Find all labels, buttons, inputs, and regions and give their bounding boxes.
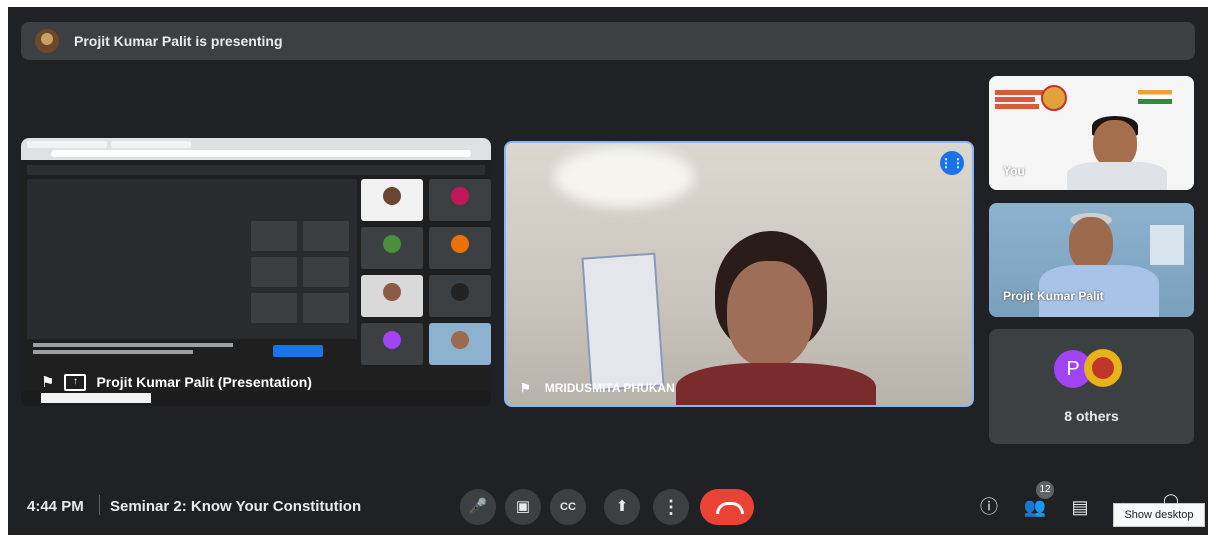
presenting-banner-text: Projit Kumar Palit is presenting bbox=[74, 33, 283, 49]
presentation-label: ⚑ ↑ Projit Kumar Palit (Presentation) bbox=[41, 373, 312, 391]
shared-stop-presenting-button bbox=[273, 345, 323, 357]
pin-icon[interactable]: ⚑ bbox=[520, 381, 531, 395]
people-icon: 👥 bbox=[1023, 497, 1047, 517]
infinity-mirror-warning bbox=[33, 340, 263, 362]
flag-logo bbox=[1138, 90, 1172, 104]
chat-icon: ▤ bbox=[1071, 497, 1089, 517]
shared-meet-view bbox=[27, 179, 357, 339]
microphone-icon: 🎤 bbox=[468, 498, 488, 515]
shared-participant-grid bbox=[361, 179, 491, 365]
meeting-title: Seminar 2: Know Your Constitution bbox=[110, 498, 362, 515]
meet-window: Projit Kumar Palit is presenting ⚑ ↑ Pro… bbox=[8, 7, 1208, 535]
present-button[interactable]: ⬆ bbox=[604, 489, 640, 525]
captions-icon: CC bbox=[560, 501, 576, 513]
pin-icon[interactable]: ⚑ bbox=[41, 373, 54, 391]
participant-tile[interactable]: Projit Kumar Palit bbox=[989, 203, 1194, 317]
chat-button[interactable]: ▤ bbox=[1065, 492, 1095, 522]
others-count: 8 others bbox=[1064, 408, 1119, 424]
wall-calendar bbox=[581, 252, 665, 392]
divider bbox=[99, 495, 100, 515]
presentation-label-text: Projit Kumar Palit (Presentation) bbox=[96, 374, 312, 390]
info-icon: ⓘ bbox=[980, 497, 998, 517]
self-label: You bbox=[1003, 164, 1025, 178]
speaker-label: ⚑ MRIDUSMITA PHUKAN bbox=[520, 381, 675, 395]
meeting-info-button[interactable]: ⓘ bbox=[974, 492, 1004, 522]
presenter-avatar bbox=[35, 29, 59, 53]
presentation-tile[interactable]: ⚑ ↑ Projit Kumar Palit (Presentation) bbox=[21, 138, 491, 406]
speaking-indicator-icon: ⋮⋮ bbox=[940, 151, 964, 175]
others-tile[interactable]: P 8 others bbox=[989, 329, 1194, 444]
more-vert-icon: ⋮ bbox=[662, 497, 680, 517]
camera-icon: ▣ bbox=[515, 498, 531, 515]
speaker-face bbox=[727, 261, 813, 367]
speaker-name: MRIDUSMITA PHUKAN bbox=[544, 381, 675, 395]
shared-presenting-bar bbox=[27, 165, 485, 175]
end-call-button[interactable] bbox=[700, 489, 754, 525]
captions-button[interactable]: CC bbox=[550, 489, 586, 525]
people-count-badge: 12 bbox=[1036, 481, 1054, 499]
active-speaker-tile[interactable]: ⋮⋮ ⚑ MRIDUSMITA PHUKAN bbox=[504, 141, 974, 407]
microphone-button[interactable]: 🎤 bbox=[460, 489, 496, 525]
camera-button[interactable]: ▣ bbox=[505, 489, 541, 525]
clock-time: 4:44 PM bbox=[27, 498, 84, 515]
participant-name: Projit Kumar Palit bbox=[1003, 289, 1104, 303]
shared-taskbar-search bbox=[41, 393, 151, 403]
present-screen-icon: ↑ bbox=[64, 373, 87, 391]
show-desktop-tooltip: Show desktop bbox=[1113, 503, 1205, 527]
university-seal bbox=[1041, 85, 1067, 111]
shared-browser-chrome bbox=[21, 138, 491, 160]
participant-avatar-logo bbox=[1084, 349, 1122, 387]
more-options-button[interactable]: ⋮ bbox=[653, 489, 689, 525]
presenting-banner: Projit Kumar Palit is presenting bbox=[21, 22, 1195, 60]
present-icon: ⬆ bbox=[615, 498, 629, 515]
self-view-tile[interactable]: You bbox=[989, 76, 1194, 190]
